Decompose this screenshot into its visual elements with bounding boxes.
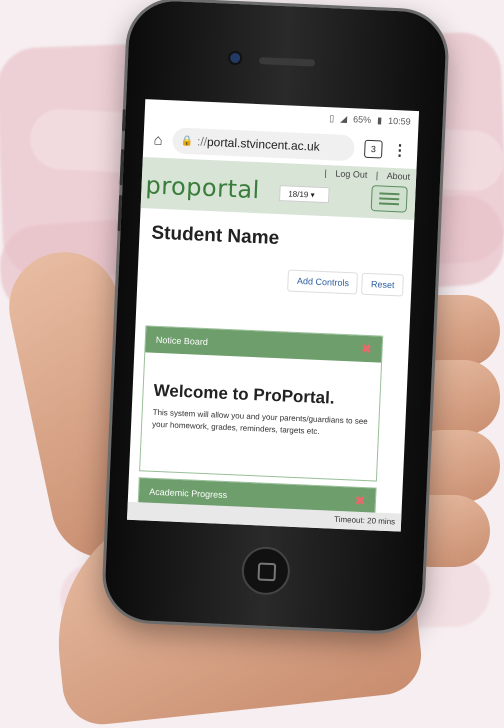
logout-link[interactable]: Log Out <box>335 168 367 179</box>
proportal-logo[interactable]: proportal <box>145 171 260 204</box>
tab-switcher-button[interactable]: 3 <box>363 139 383 159</box>
home-icon[interactable]: ⌂ <box>153 131 163 148</box>
separator: | <box>324 168 328 179</box>
close-icon[interactable]: ✖ <box>355 494 366 508</box>
address-field[interactable]: 🔒 ://portal.stvincent.ac.uk <box>172 127 355 162</box>
vibrate-icon: ▯ <box>329 112 335 123</box>
add-controls-button[interactable]: Add Controls <box>287 269 359 295</box>
signal-icon: ◢ <box>340 113 348 124</box>
home-square-icon <box>257 562 277 582</box>
notice-board-panel: Notice Board ✖ Welcome to ProPortal. Thi… <box>139 325 384 482</box>
mute-switch <box>121 109 126 132</box>
hamburger-menu-button[interactable] <box>370 185 408 213</box>
panel-title: Notice Board <box>155 334 209 348</box>
lock-icon: 🔒 <box>180 135 194 147</box>
reset-button[interactable]: Reset <box>361 272 404 297</box>
volume-up-button <box>119 149 125 186</box>
site-header: | Log Out | About proportal 18/19 ▾ <box>140 157 417 220</box>
welcome-text: This system will allow you and your pare… <box>151 407 368 437</box>
clock: 10:59 <box>387 115 411 127</box>
front-camera <box>230 52 241 64</box>
welcome-heading: Welcome to ProPortal. <box>153 380 335 408</box>
volume-down-button <box>117 195 123 232</box>
url-text: ://portal.stvincent.ac.uk <box>196 134 320 154</box>
phone-screen: ▯ ◢ 65% ▮ 10:59 ⌂ 🔒 ://portal.stvincent.… <box>126 99 420 532</box>
battery-percent: 65% <box>352 114 372 125</box>
academic-year-select[interactable]: 18/19 ▾ <box>279 185 330 204</box>
panel-body: Welcome to ProPortal. This system will a… <box>142 352 382 448</box>
earpiece-speaker <box>258 57 316 67</box>
separator: | <box>375 170 379 181</box>
top-links: | Log Out | About <box>318 168 410 182</box>
home-button[interactable] <box>240 545 291 596</box>
close-icon[interactable]: ✖ <box>361 342 372 356</box>
page-actions: Add Controls Reset <box>287 269 404 297</box>
browser-menu-icon[interactable]: ⋮ <box>392 141 408 160</box>
page-title: Student Name <box>151 222 280 250</box>
about-link[interactable]: About <box>386 171 410 182</box>
smartphone: ▯ ◢ 65% ▮ 10:59 ⌂ 🔒 ://portal.stvincent.… <box>103 0 448 633</box>
battery-icon: ▮ <box>376 114 383 125</box>
panel-title: Academic Progress <box>148 486 228 501</box>
